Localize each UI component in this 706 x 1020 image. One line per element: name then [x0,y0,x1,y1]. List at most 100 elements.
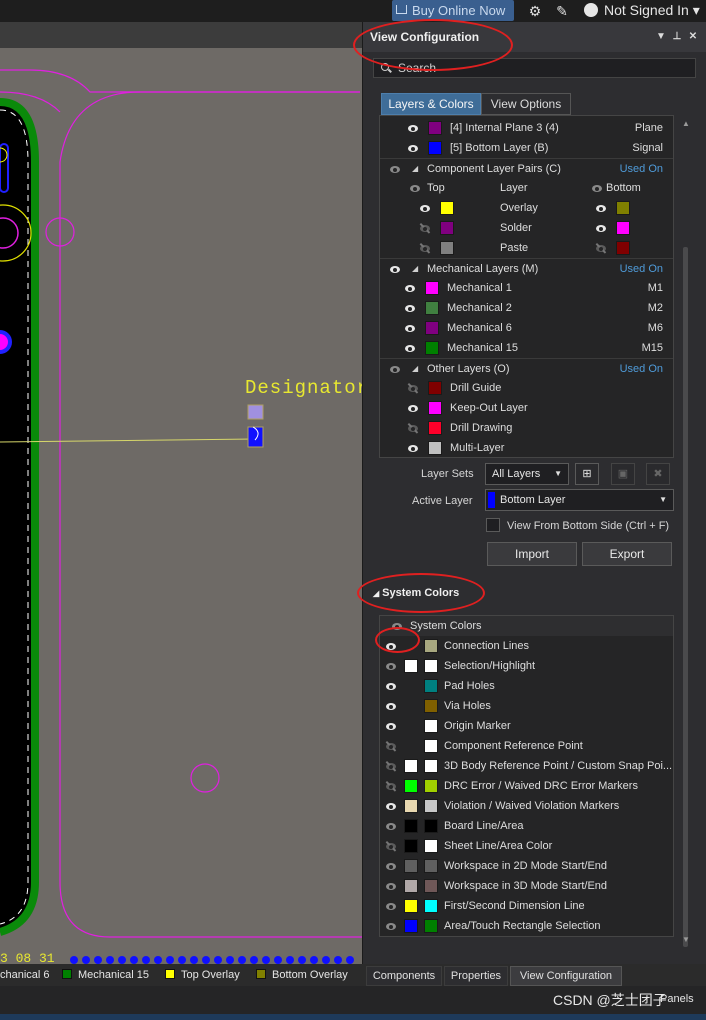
list-item[interactable]: Multi-Layer [380,438,673,457]
eye-icon[interactable] [596,205,606,212]
list-item[interactable]: Keep-Out Layer [380,398,673,418]
notifications-off-icon[interactable]: ✎ [553,2,571,20]
view-from-bottom-checkbox[interactable] [486,518,500,532]
gear-icon[interactable]: ⚙ [526,2,544,20]
list-item[interactable]: Drill Guide [380,378,673,398]
list-item[interactable]: 3D Body Reference Point / Custom Snap Po… [380,756,673,776]
list-item[interactable]: DRC Error / Waived DRC Error Markers [380,776,673,796]
eye-off-icon[interactable] [385,781,396,792]
eye-icon[interactable] [408,445,418,452]
eye-icon[interactable] [420,205,430,212]
color-swatch[interactable] [404,819,418,833]
color-swatch[interactable] [616,221,630,235]
panels-button[interactable]: Panels [660,993,694,1005]
list-item[interactable]: Mechanical 15 M15 [380,338,673,358]
list-item[interactable]: Violation / Waived Violation Markers [380,796,673,816]
tab-view-options[interactable]: View Options [481,93,571,115]
eye-icon[interactable] [386,923,396,930]
list-item[interactable]: Drill Drawing [380,418,673,438]
color-swatch[interactable] [404,799,418,813]
list-item[interactable]: First/Second Dimension Line [380,896,673,916]
color-swatch[interactable] [425,341,439,355]
color-swatch[interactable] [424,839,438,853]
eye-icon[interactable] [596,225,606,232]
used-on-link[interactable]: Used On [620,259,663,279]
color-swatch[interactable] [424,819,438,833]
export-button[interactable]: Export [582,542,672,566]
eye-icon[interactable] [386,823,396,830]
eye-off-icon[interactable] [385,741,396,752]
tab-layers-colors[interactable]: Layers & Colors [381,93,481,115]
color-swatch[interactable] [425,281,439,295]
eye-icon[interactable] [386,883,396,890]
eye-icon[interactable] [410,185,420,192]
color-swatch[interactable] [424,799,438,813]
eye-icon[interactable] [386,683,396,690]
layer-sets-dropdown[interactable]: All Layers ▼ [485,463,569,485]
color-swatch[interactable] [424,919,438,933]
layer-tab[interactable]: chanical 6 [0,966,50,984]
eye-off-icon[interactable] [385,841,396,852]
panel-scrollbar[interactable] [683,247,688,947]
eye-icon[interactable] [386,663,396,670]
collapse-icon[interactable]: ◢ [412,259,418,279]
list-item[interactable]: Area/Touch Rectangle Selection [380,916,673,936]
eye-icon[interactable] [405,285,415,292]
color-swatch[interactable] [424,779,438,793]
eye-icon[interactable] [386,803,396,810]
color-swatch[interactable] [404,839,418,853]
eye-icon[interactable] [592,185,602,192]
list-item[interactable]: Connection Lines [380,636,673,656]
color-swatch[interactable] [404,779,418,793]
color-swatch[interactable] [404,659,418,673]
eye-icon[interactable] [386,723,396,730]
color-swatch[interactable] [425,301,439,315]
list-item[interactable]: [4] Internal Plane 3 (4) Plane [380,118,673,138]
color-swatch[interactable] [425,321,439,335]
eye-icon[interactable] [386,703,396,710]
list-item[interactable]: Workspace in 2D Mode Start/End [380,856,673,876]
eye-off-icon[interactable] [419,243,430,254]
eye-icon[interactable] [405,325,415,332]
save-icon[interactable]: ▣ [611,463,635,485]
import-button[interactable]: Import [487,542,577,566]
layer-tab[interactable]: Top Overlay [165,966,240,984]
list-item[interactable]: Selection/Highlight [380,656,673,676]
color-swatch[interactable] [428,421,442,435]
color-swatch[interactable] [424,699,438,713]
eye-icon[interactable] [390,166,400,173]
list-item[interactable]: Mechanical 1 M1 [380,278,673,298]
color-swatch[interactable] [404,759,418,773]
buy-online-button[interactable]: Buy Online Now [392,0,514,21]
eye-icon[interactable] [405,345,415,352]
list-item[interactable]: Solder [380,218,673,238]
pin-icon[interactable]: ⊥ [670,22,684,52]
list-item[interactable]: Overlay [380,198,673,218]
add-layer-set-button[interactable]: ⊞ [575,463,599,485]
pcb-canvas[interactable]: Designator 3 08 31 [0,22,362,964]
delete-icon[interactable]: ✖ [646,463,670,485]
collapse-icon[interactable]: ◢ [412,359,418,379]
scroll-down-icon[interactable]: ▼ [682,935,690,944]
list-item[interactable]: Origin Marker [380,716,673,736]
color-swatch[interactable] [404,859,418,873]
layer-tab[interactable]: Mechanical 15 [62,966,149,984]
eye-icon[interactable] [408,125,418,132]
eye-off-icon[interactable] [595,243,606,254]
collapse-icon[interactable]: ◢ [412,159,418,179]
eye-icon[interactable] [386,903,396,910]
color-swatch[interactable] [424,739,438,753]
eye-off-icon[interactable] [407,383,418,394]
color-swatch[interactable] [424,639,438,653]
list-item[interactable]: Workspace in 3D Mode Start/End [380,876,673,896]
color-swatch[interactable] [404,879,418,893]
tab-view-configuration[interactable]: View Configuration [510,966,622,986]
eye-off-icon[interactable] [385,761,396,772]
list-item[interactable]: Via Holes [380,696,673,716]
color-swatch[interactable] [616,241,630,255]
color-swatch[interactable] [424,659,438,673]
user-menu[interactable]: Not Signed In ▾ [584,0,700,21]
list-item[interactable]: Mechanical 2 M2 [380,298,673,318]
color-swatch[interactable] [616,201,630,215]
group-component-layer-pairs[interactable]: ◢ Component Layer Pairs (C) Used On [380,158,673,178]
